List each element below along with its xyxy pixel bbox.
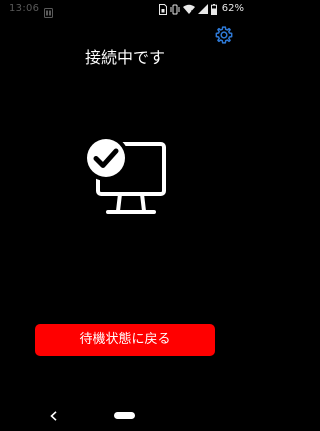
navigation-bar [0,403,250,431]
status-icons: 62% [158,2,244,16]
notification-icon [44,3,53,18]
battery-icon [210,3,217,15]
status-bar: 13:06 62% [0,0,250,18]
return-to-standby-button[interactable]: 待機状態に戻る [35,324,215,356]
battery-percent: 62% [221,3,244,14]
back-chevron-icon [49,411,57,421]
sim-icon [158,3,167,15]
connected-illustration [76,130,172,226]
monitor-check-icon [83,135,166,214]
back-button[interactable] [47,409,59,423]
cellular-signal-icon [197,4,208,14]
gear-icon [215,26,233,44]
wifi-icon [182,4,195,14]
vibrate-icon [170,4,180,15]
page-title: 接続中です [84,48,165,67]
settings-button[interactable] [212,23,236,47]
home-pill-icon[interactable] [114,412,135,419]
status-time: 13:06 [9,3,40,14]
